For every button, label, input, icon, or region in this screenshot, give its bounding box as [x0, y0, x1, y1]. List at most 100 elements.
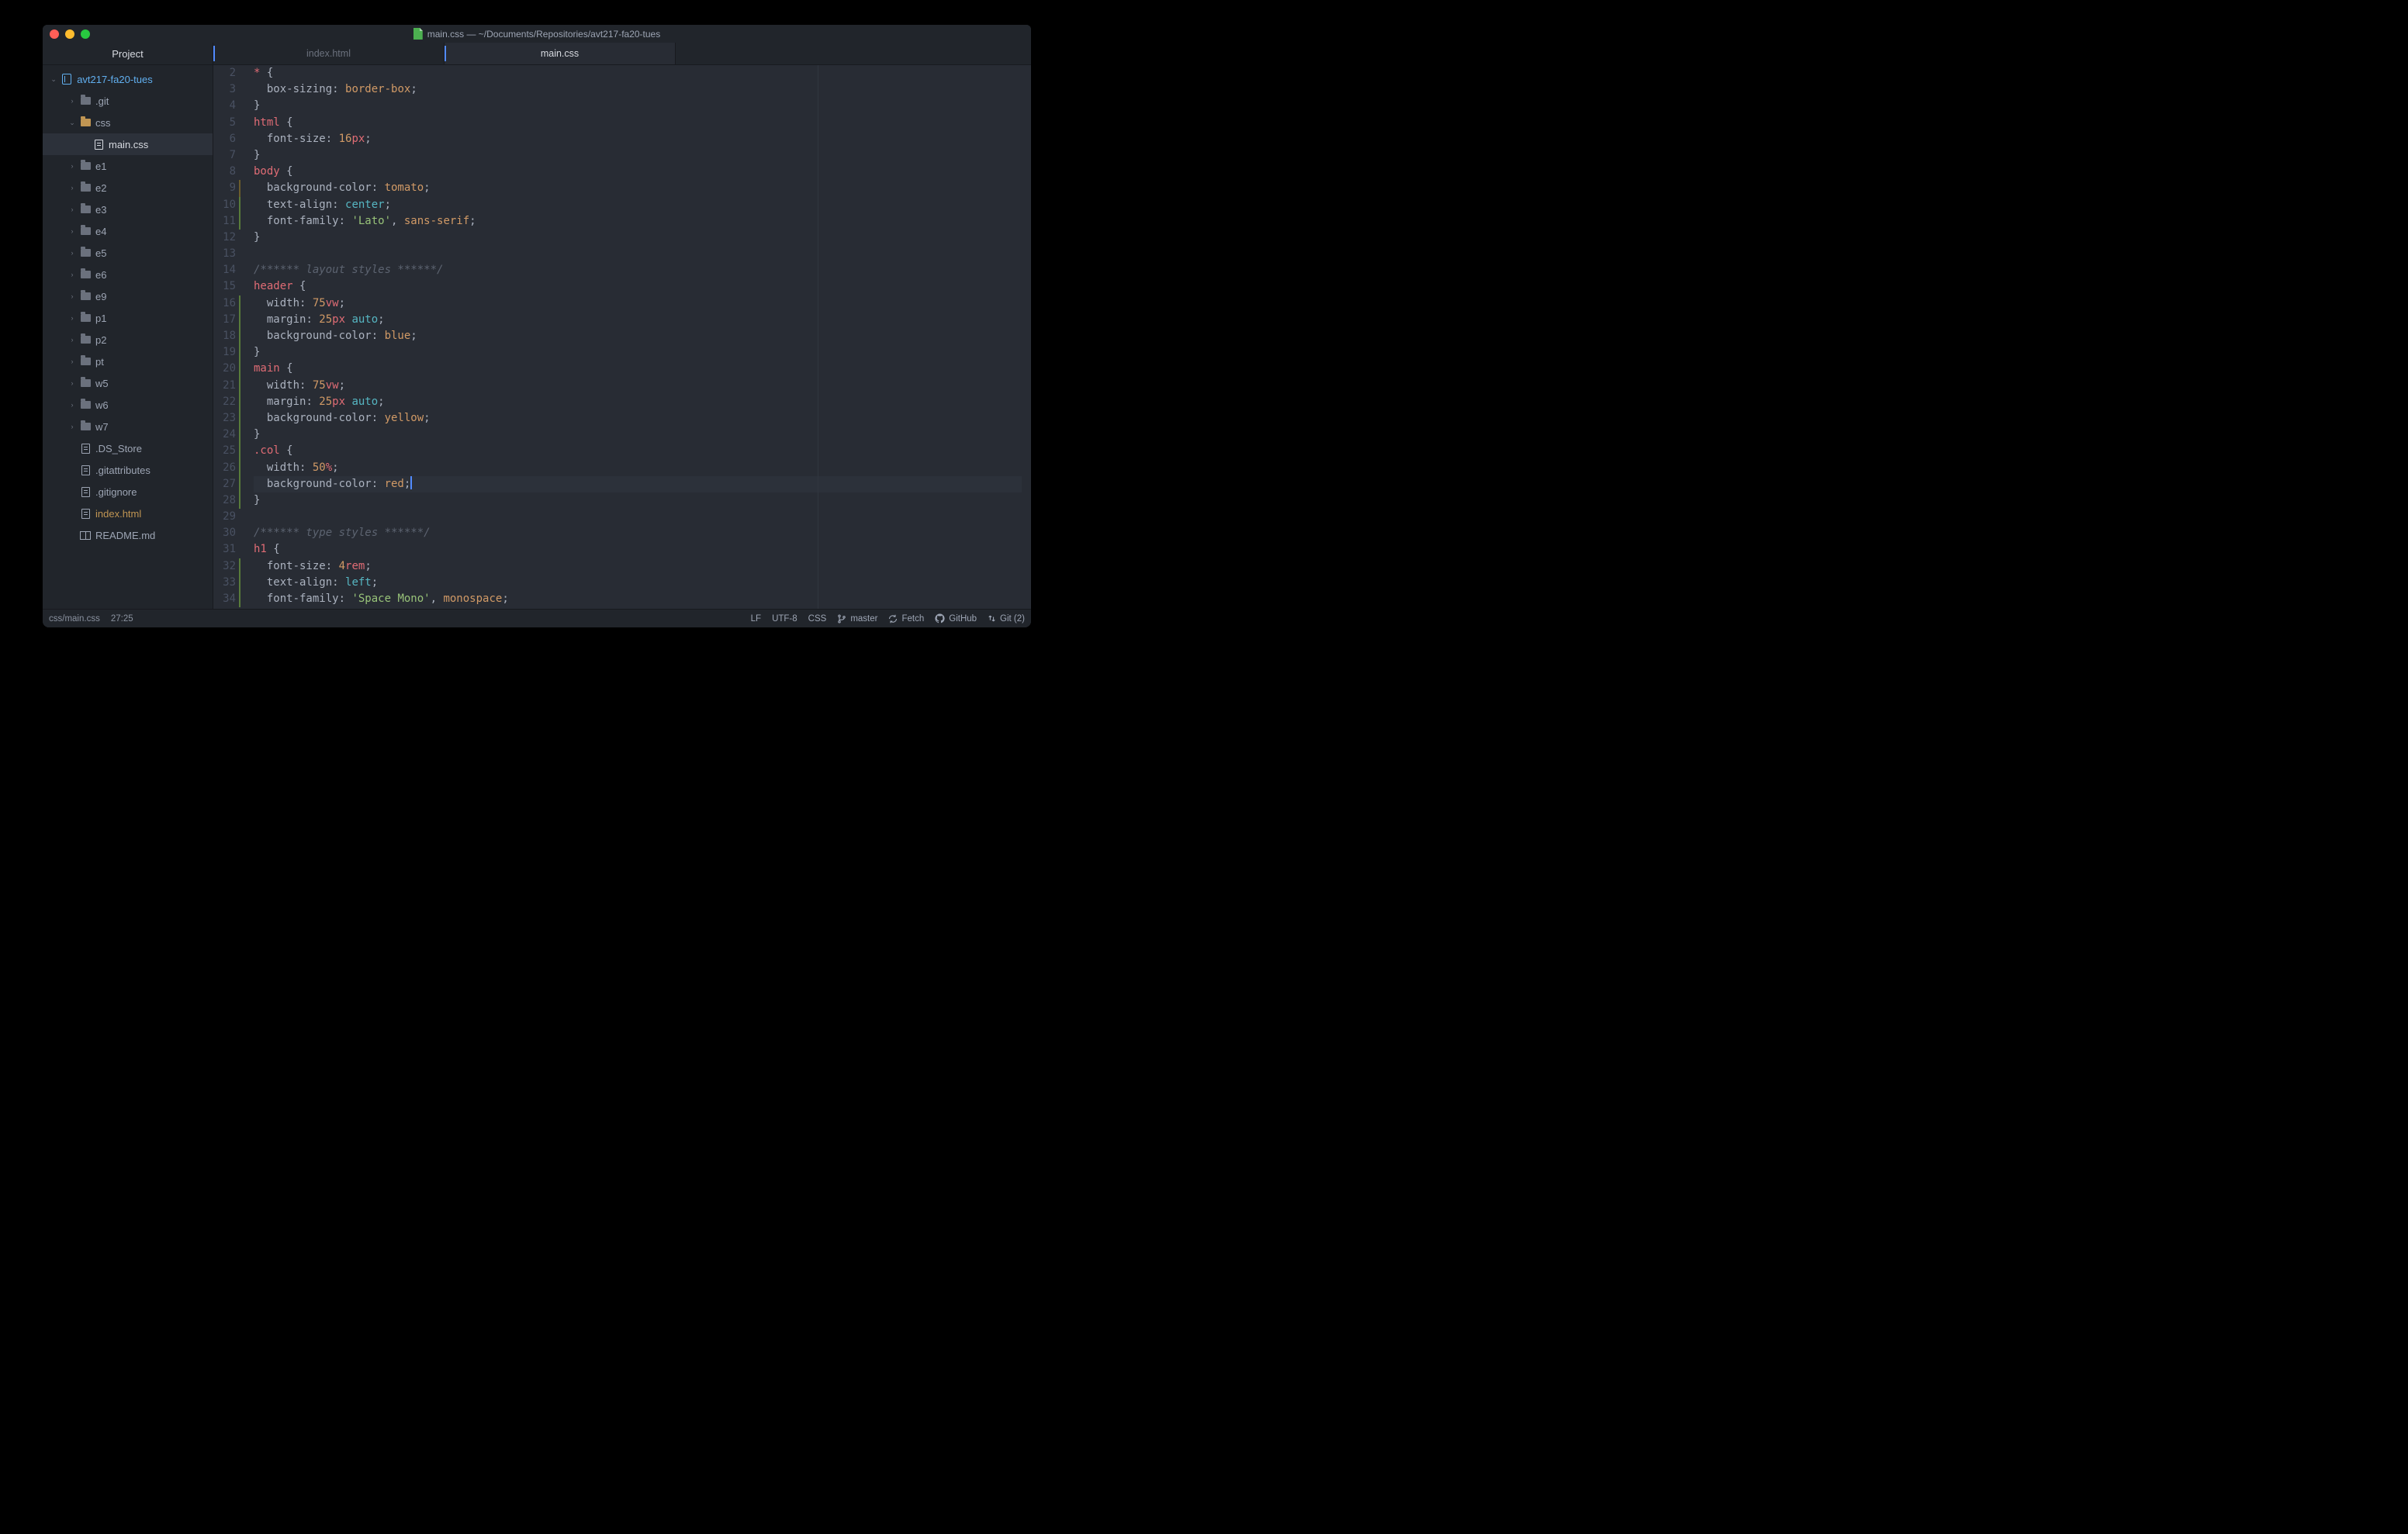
- project-panel: Project ⌄avt217-fa20-tues›.git⌄cssmain.c…: [43, 43, 213, 609]
- tree-item-label: w7: [95, 421, 109, 433]
- code-line[interactable]: width: 75vw;: [254, 378, 1022, 394]
- code-line[interactable]: main {: [254, 361, 1022, 377]
- chevron-down-icon: ⌄: [69, 119, 75, 127]
- tree-item[interactable]: ›e4: [43, 220, 213, 242]
- tab-bar[interactable]: index.html main.css: [213, 43, 1031, 65]
- code-line[interactable]: }: [254, 230, 1022, 246]
- code-line[interactable]: body {: [254, 164, 1022, 180]
- tree-item[interactable]: README.md: [43, 524, 213, 546]
- code-line[interactable]: .col {: [254, 443, 1022, 459]
- tree-item[interactable]: ›p1: [43, 307, 213, 329]
- code-line[interactable]: background-color: red;: [254, 476, 1022, 492]
- tree-item-label: e1: [95, 161, 106, 172]
- code-line[interactable]: margin: 25px auto;: [254, 394, 1022, 410]
- status-github[interactable]: GitHub: [935, 613, 977, 624]
- code-line[interactable]: h1 {: [254, 541, 1022, 558]
- folder-icon: [80, 182, 91, 193]
- code-line[interactable]: background-color: blue;: [254, 328, 1022, 344]
- code-line[interactable]: * {: [254, 65, 1022, 81]
- status-git[interactable]: Git (2): [988, 614, 1025, 624]
- line-number: 8: [215, 164, 236, 180]
- code-line[interactable]: font-size: 16px;: [254, 131, 1022, 147]
- close-icon[interactable]: [50, 29, 59, 39]
- minimize-icon[interactable]: [65, 29, 74, 39]
- zoom-icon[interactable]: [81, 29, 90, 39]
- code-line[interactable]: html {: [254, 115, 1022, 131]
- code-line[interactable]: }: [254, 427, 1022, 443]
- line-number: 24: [215, 427, 236, 443]
- tree-item[interactable]: ›w6: [43, 394, 213, 416]
- tree-item[interactable]: ›e5: [43, 242, 213, 264]
- line-number: 5: [215, 115, 236, 131]
- tab[interactable]: main.css: [445, 43, 676, 64]
- tree-item[interactable]: .DS_Store: [43, 437, 213, 459]
- code-line[interactable]: background-color: tomato;: [254, 180, 1022, 196]
- tree-item[interactable]: ›p2: [43, 329, 213, 351]
- tree-item[interactable]: ›e1: [43, 155, 213, 177]
- window-title: main.css — ~/Documents/Repositories/avt2…: [43, 28, 1031, 40]
- tree-item[interactable]: .gitattributes: [43, 459, 213, 481]
- tree-item[interactable]: index.html: [43, 503, 213, 524]
- tree-item[interactable]: ›w7: [43, 416, 213, 437]
- titlebar[interactable]: main.css — ~/Documents/Repositories/avt2…: [43, 25, 1031, 43]
- folder-icon: [80, 421, 91, 432]
- status-grammar[interactable]: CSS: [808, 614, 827, 624]
- chevron-right-icon: ›: [69, 358, 75, 365]
- code-line[interactable]: font-size: 4rem;: [254, 558, 1022, 575]
- tree-item[interactable]: ›pt: [43, 351, 213, 372]
- code-line[interactable]: box-sizing: border-box;: [254, 81, 1022, 98]
- tree-item[interactable]: .gitignore: [43, 481, 213, 503]
- tree-item[interactable]: ›e9: [43, 285, 213, 307]
- code-line[interactable]: width: 50%;: [254, 460, 1022, 476]
- code-line[interactable]: text-align: left;: [254, 575, 1022, 591]
- chevron-right-icon: ›: [69, 184, 75, 192]
- chevron-right-icon: ›: [69, 271, 75, 278]
- code-line[interactable]: font-family: 'Space Mono', monospace;: [254, 591, 1022, 607]
- code-line[interactable]: header {: [254, 278, 1022, 295]
- chevron-right-icon: ›: [69, 401, 75, 409]
- status-branch[interactable]: master: [837, 614, 877, 624]
- tab[interactable]: index.html: [213, 43, 445, 64]
- code-line[interactable]: }: [254, 492, 1022, 509]
- status-line-ending[interactable]: LF: [751, 614, 761, 624]
- github-icon: [935, 613, 945, 624]
- tree-item[interactable]: ›.git: [43, 90, 213, 112]
- tree-item[interactable]: ›e6: [43, 264, 213, 285]
- tree-item-label: w5: [95, 378, 109, 389]
- tree-item[interactable]: ›e2: [43, 177, 213, 199]
- tree-item[interactable]: ›w5: [43, 372, 213, 394]
- file-tree[interactable]: ⌄avt217-fa20-tues›.git⌄cssmain.css›e1›e2…: [43, 65, 213, 609]
- code-line[interactable]: }: [254, 98, 1022, 114]
- project-header: Project: [43, 43, 213, 65]
- tree-item-label: .gitattributes: [95, 465, 150, 476]
- text-editor[interactable]: 2345678910111213141516171819202122232425…: [213, 65, 1031, 609]
- code-line[interactable]: }: [254, 344, 1022, 361]
- line-number: 27: [215, 476, 236, 492]
- tab-label: index.html: [306, 48, 351, 59]
- code-line[interactable]: background-color: yellow;: [254, 410, 1022, 427]
- tree-item[interactable]: ⌄css: [43, 112, 213, 133]
- code-line[interactable]: /****** layout styles ******/: [254, 262, 1022, 278]
- code-line[interactable]: [254, 509, 1022, 525]
- vertical-scrollbar[interactable]: [1022, 65, 1031, 609]
- status-fetch[interactable]: Fetch: [888, 614, 924, 624]
- code-line[interactable]: margin: 25px auto;: [254, 312, 1022, 328]
- code-line[interactable]: /****** type styles ******/: [254, 525, 1022, 541]
- tree-item[interactable]: main.css: [43, 133, 213, 155]
- tree-item[interactable]: ⌄avt217-fa20-tues: [43, 68, 213, 90]
- code-line[interactable]: font-family: 'Lato', sans-serif;: [254, 213, 1022, 230]
- tree-item[interactable]: ›e3: [43, 199, 213, 220]
- line-number: 29: [215, 509, 236, 525]
- code-line[interactable]: width: 75vw;: [254, 295, 1022, 312]
- git-updown-icon: [988, 614, 996, 623]
- status-encoding[interactable]: UTF-8: [772, 614, 797, 624]
- status-cursor[interactable]: 27:25: [111, 614, 133, 624]
- code-content[interactable]: * { box-sizing: border-box;}html { font-…: [243, 65, 1022, 609]
- line-number: 12: [215, 230, 236, 246]
- code-line[interactable]: }: [254, 147, 1022, 164]
- sync-icon: [888, 614, 898, 624]
- code-line[interactable]: text-align: center;: [254, 197, 1022, 213]
- code-line[interactable]: [254, 246, 1022, 262]
- status-path[interactable]: css/main.css: [49, 614, 100, 624]
- file-icon: [80, 443, 91, 454]
